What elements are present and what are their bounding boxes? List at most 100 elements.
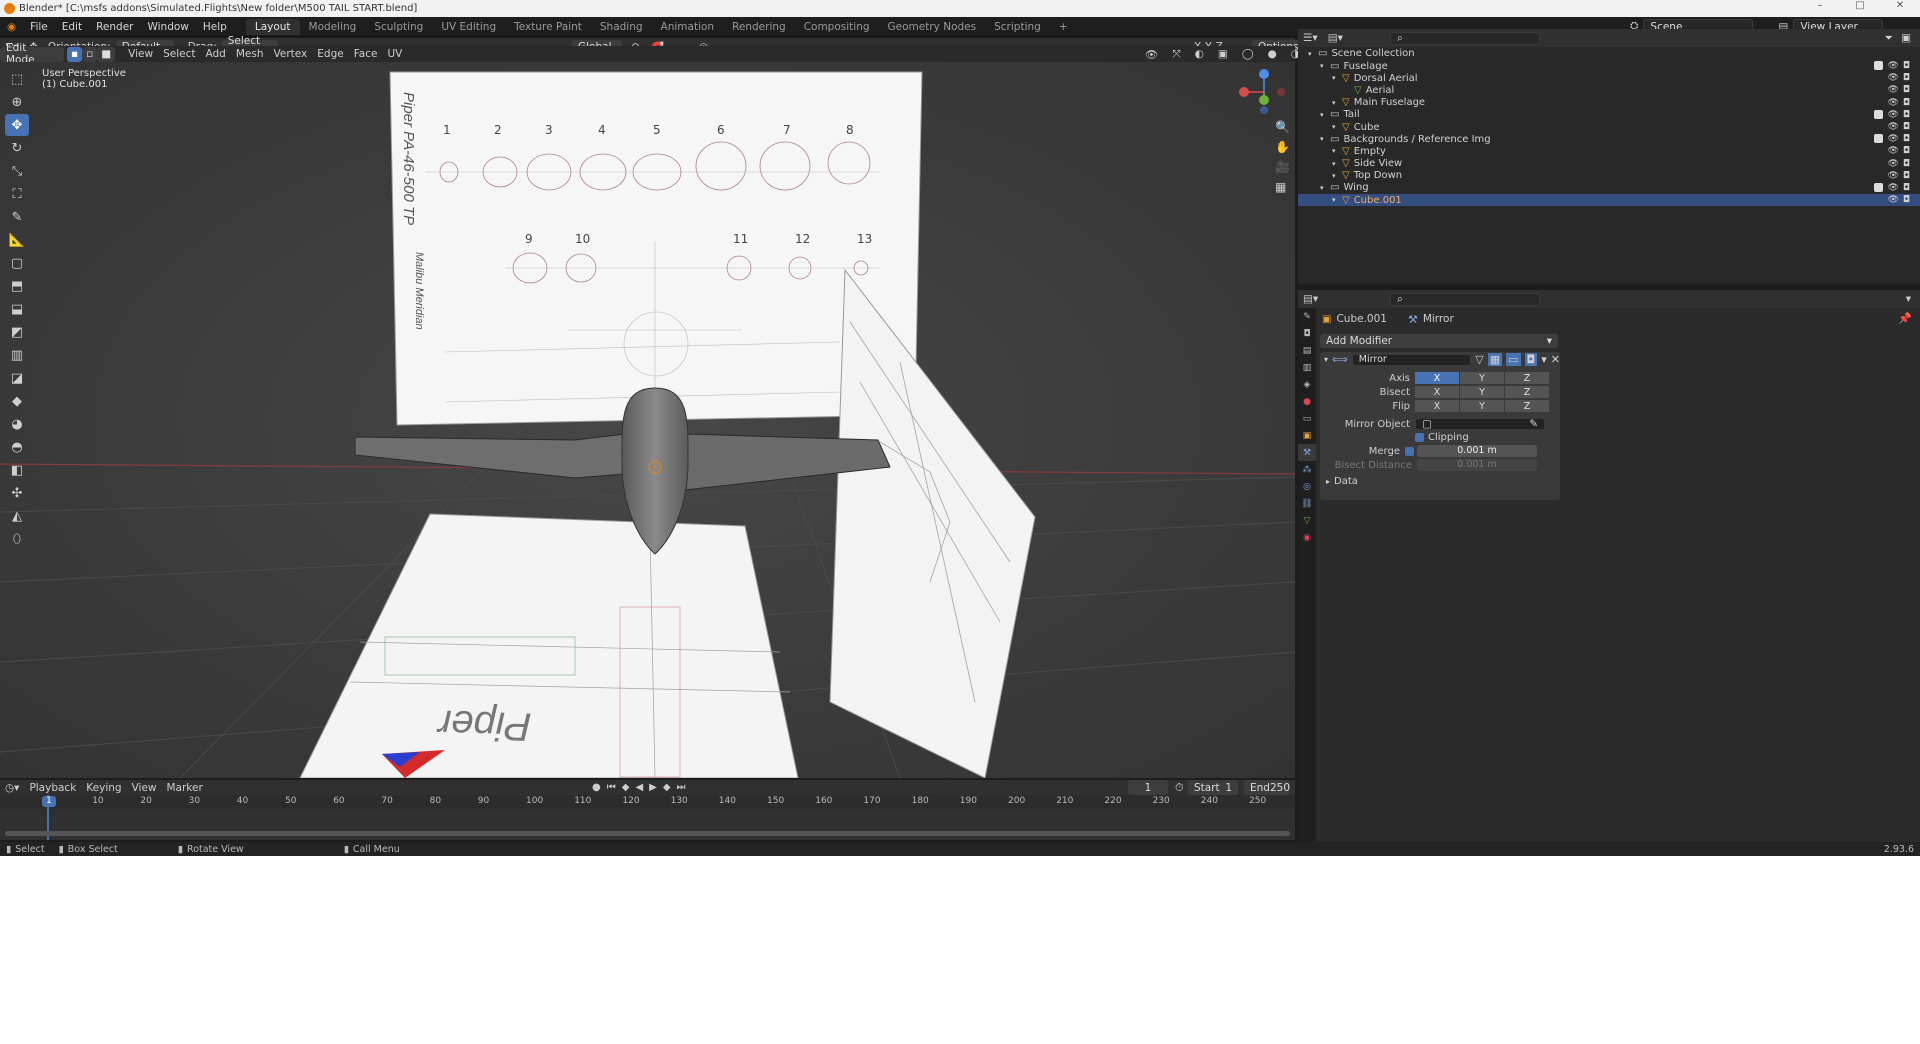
add-modifier-dropdown[interactable]: Add Modifier ▾ [1320,334,1558,348]
view-layer-tab-icon[interactable]: ▥ [1298,359,1316,376]
outliner-item[interactable]: ▾ ▽ Empty 👁 ◘ [1298,145,1920,157]
menu-view[interactable]: View [123,48,158,60]
exclude-checkbox[interactable] [1874,182,1884,192]
xray-icon[interactable]: ▣ [1213,48,1233,60]
scene-tab-icon[interactable]: ◈ [1298,376,1316,393]
loop-cut-tool-icon[interactable]: ▥ [5,344,29,366]
render-visibility-icon[interactable]: ◘ [1903,146,1910,156]
minimize-button[interactable]: – [1800,0,1840,11]
tab-animation[interactable]: Animation [652,19,724,35]
collapse-chevron-icon[interactable]: ▾ [1324,355,1328,364]
material-tab-icon[interactable]: ◉ [1298,529,1316,546]
menu-add[interactable]: Add [201,48,231,60]
edge-slide-tool-icon[interactable]: ◧ [5,459,29,481]
vertex-select-icon[interactable]: ▪ [67,46,83,62]
flip-x-button[interactable]: X [1415,400,1459,412]
tab-shading[interactable]: Shading [591,19,652,35]
transform-tool-icon[interactable]: ⛶ [5,183,29,205]
expand-chevron-icon[interactable]: ▾ [1320,111,1328,119]
tab-modeling[interactable]: Modeling [300,19,366,35]
physics-tab-icon[interactable]: ◎ [1298,478,1316,495]
spin-tool-icon[interactable]: ◕ [5,413,29,435]
axis-x-button[interactable]: X [1415,372,1459,384]
visibility-eye-icon[interactable]: 👁 [1887,134,1898,144]
clipping-checkbox[interactable] [1415,433,1424,442]
bisect-y-button[interactable]: Y [1460,386,1504,398]
menu-select[interactable]: Select [158,48,200,60]
remove-modifier-icon[interactable]: ✕ [1551,353,1560,366]
outliner-editor-icon[interactable]: ☰▾ [1298,32,1323,44]
ortho-grid-icon[interactable]: ▦ [1275,180,1290,194]
shear-tool-icon[interactable]: ◭ [5,505,29,527]
camera-view-icon[interactable]: 🎥 [1275,160,1290,174]
jump-end-icon[interactable]: ⏭ [677,782,686,793]
new-collection-icon[interactable]: ▣ [1896,32,1916,44]
knife-tool-icon[interactable]: ◪ [5,367,29,389]
visibility-icon[interactable]: 👁 [1140,48,1163,61]
render-toggle-icon[interactable]: ◘ [1524,353,1538,366]
output-tab-icon[interactable]: ▤ [1298,342,1316,359]
menu-edit[interactable]: Edit [55,21,89,33]
render-visibility-icon[interactable]: ◘ [1903,171,1910,181]
outliner-item[interactable]: ▾ ▭ Scene Collection [1298,47,1920,60]
viewport-toggle-icon[interactable]: ▭ [1506,353,1521,366]
outliner-item[interactable]: ▾ ▽ Dorsal Aerial 👁 ◘ [1298,72,1920,84]
blender-menu-icon[interactable]: ◉ [0,21,23,33]
visibility-eye-icon[interactable]: 👁 [1887,159,1898,169]
end-frame-field[interactable]: End 250 [1244,780,1290,795]
rotate-tool-icon[interactable]: ↻ [5,137,29,159]
menu-playback[interactable]: Playback [24,782,81,794]
visibility-eye-icon[interactable]: 👁 [1887,183,1898,193]
properties-editor-icon[interactable]: ▤▾ [1298,293,1323,305]
edit-mode-toggle-icon[interactable]: ▽ [1475,353,1483,366]
render-visibility-icon[interactable]: ◘ [1903,73,1910,83]
mode-dropdown[interactable]: Edit Mode [0,42,64,66]
menu-file[interactable]: File [23,21,55,33]
add-workspace-icon[interactable]: + [1050,19,1077,35]
menu-uv[interactable]: UV [382,48,407,60]
expand-chevron-icon[interactable]: ▾ [1320,184,1328,192]
render-visibility-icon[interactable]: ◘ [1903,122,1910,132]
timeline-scrollbar[interactable] [5,831,1290,836]
current-frame-field[interactable]: 1 [1128,780,1168,795]
gizmo-icon[interactable]: ⤧ [1167,48,1185,61]
flip-y-button[interactable]: Y [1460,400,1504,412]
edge-select-icon[interactable]: ▫ [82,46,98,62]
tab-geometry-nodes[interactable]: Geometry Nodes [879,19,986,35]
prev-keyframe-icon[interactable]: ◆ [622,782,630,793]
outliner-item[interactable]: ▾ ▽ Top Down 👁 ◘ [1298,170,1920,182]
menu-vertex[interactable]: Vertex [269,48,313,60]
exclude-checkbox[interactable] [1874,109,1884,119]
frame-ruler[interactable]: 0102030405060708090100110120130140150160… [0,795,1295,809]
particles-tab-icon[interactable]: ⁂ [1298,461,1316,478]
render-visibility-icon[interactable]: ◘ [1903,85,1910,95]
menu-marker[interactable]: Marker [162,782,208,794]
pan-hand-icon[interactable]: ✋ [1275,140,1290,154]
menu-keying[interactable]: Keying [81,782,126,794]
record-icon[interactable]: ● [592,782,601,793]
visibility-eye-icon[interactable]: 👁 [1887,98,1898,108]
expand-chevron-icon[interactable]: ▾ [1332,123,1340,131]
flip-z-button[interactable]: Z [1505,400,1549,412]
shading-wireframe-icon[interactable]: ◯ [1237,48,1259,60]
outliner-item[interactable]: ▾ ▽ Cube 👁 ◘ [1298,121,1920,133]
tab-scripting[interactable]: Scripting [985,19,1050,35]
extrude-tool-icon[interactable]: ⬒ [5,275,29,297]
modifier-name-input[interactable]: Mirror [1351,353,1472,366]
expand-chevron-icon[interactable]: ▾ [1332,160,1340,168]
play-reverse-icon[interactable]: ◀ [635,782,643,793]
visibility-eye-icon[interactable]: 👁 [1887,73,1898,83]
tab-sculpting[interactable]: Sculpting [365,19,432,35]
jump-start-icon[interactable]: ⏮ [607,782,616,793]
data-subpanel[interactable]: ▸ Data [1326,476,1358,487]
menu-timeline-view[interactable]: View [127,782,162,794]
merge-checkbox[interactable] [1405,446,1414,456]
cursor-tool-icon[interactable]: ⊕ [5,91,29,113]
outliner-search-input[interactable]: ⌕ [1390,31,1540,45]
display-mode-icon[interactable]: ▤▾ [1323,32,1348,44]
add-cube-tool-icon[interactable]: ▢ [5,252,29,274]
menu-render[interactable]: Render [89,21,140,33]
axis-y-button[interactable]: Y [1460,372,1504,384]
visibility-eye-icon[interactable]: 👁 [1887,61,1898,71]
modifier-tab-icon[interactable]: ⚒ [1298,444,1316,461]
